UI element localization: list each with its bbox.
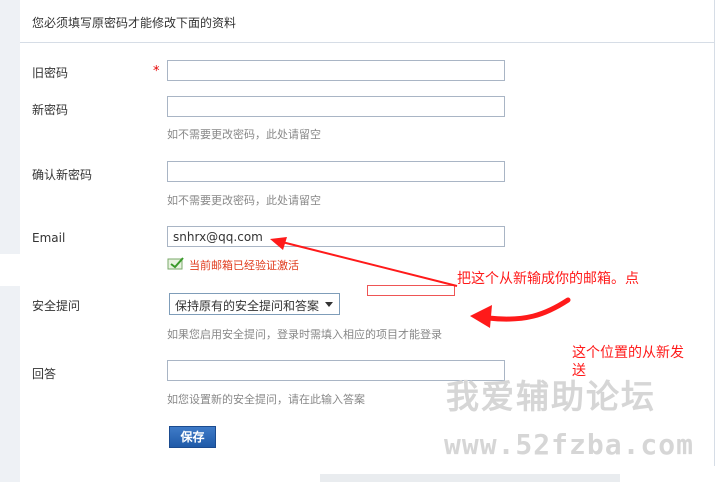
left-rail	[0, 0, 20, 482]
required-mark: *	[153, 64, 160, 79]
verified-check-icon	[167, 257, 184, 270]
old-password-input[interactable]	[167, 60, 505, 81]
answer-label: 回答	[32, 367, 57, 381]
watermark-text: 我爱辅助论坛	[446, 377, 656, 416]
annotation-highlight-box	[367, 285, 455, 296]
answer-hint: 如您设置新的安全提问，请在此输入答案	[167, 393, 365, 406]
header-notice: 您必须填写原密码才能修改下面的资料	[32, 16, 237, 30]
security-question-hint: 如果您启用安全提问，登录时需填入相应的项目才能登录	[167, 328, 442, 341]
new-password-hint: 如不需要更改密码，此处请留空	[167, 128, 321, 141]
bottom-strip	[320, 474, 620, 482]
email-input[interactable]	[167, 226, 505, 247]
email-label: Email	[32, 231, 66, 245]
form-header: 您必须填写原密码才能修改下面的资料	[20, 0, 714, 43]
watermark-url: www.52fzba.com	[444, 428, 695, 461]
rail-gap	[0, 254, 20, 286]
security-question-select[interactable]: 保持原有的安全提问和答案	[169, 293, 340, 315]
email-verified-text[interactable]: 当前邮箱已经验证激活	[189, 257, 299, 273]
annotation-note-2-line-1: 这个位置的从新发	[572, 345, 684, 361]
security-question-value: 保持原有的安全提问和答案	[175, 299, 320, 313]
chevron-down-icon	[325, 302, 333, 307]
security-question-label: 安全提问	[32, 299, 81, 313]
new-password-label: 新密码	[32, 103, 69, 117]
annotation-note-1: 把这个从新输成你的邮箱。点	[457, 271, 639, 287]
confirm-password-input[interactable]	[167, 161, 505, 182]
save-button[interactable]: 保存	[169, 426, 216, 448]
confirm-password-hint: 如不需要更改密码，此处请留空	[167, 194, 321, 207]
new-password-input[interactable]	[167, 96, 505, 117]
confirm-password-label: 确认新密码	[32, 168, 93, 182]
old-password-label: 旧密码	[32, 66, 69, 80]
